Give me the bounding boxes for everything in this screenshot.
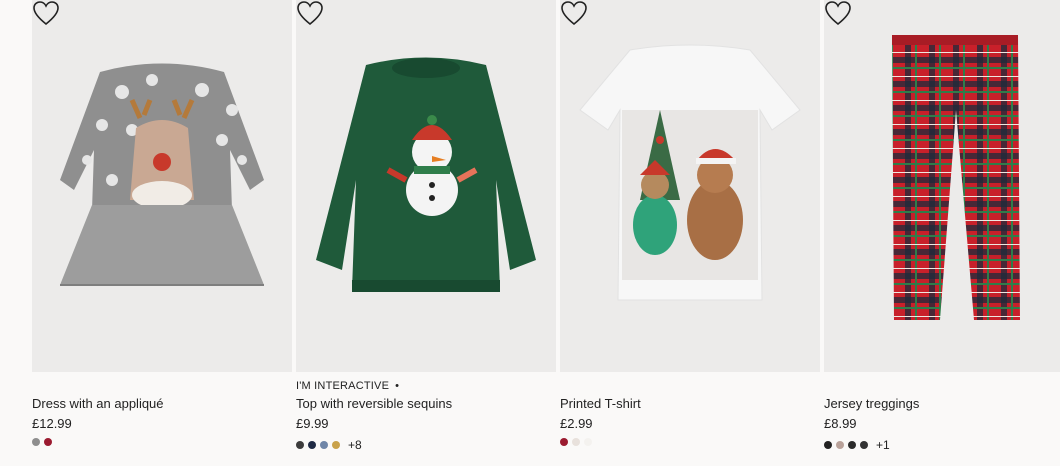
product-image[interactable]	[824, 0, 1060, 372]
color-swatch[interactable]	[824, 441, 832, 449]
color-swatch[interactable]	[836, 441, 844, 449]
favourite-heart-icon[interactable]	[824, 0, 852, 26]
product-image[interactable]	[32, 0, 292, 372]
favourite-heart-icon[interactable]	[560, 0, 588, 26]
product-price: £8.99	[824, 416, 857, 431]
product-card[interactable]: Printed T-shirt £2.99	[560, 0, 820, 466]
product-title[interactable]: Jersey treggings	[824, 396, 919, 411]
tshirt-illustration	[579, 44, 801, 301]
product-title[interactable]: Printed T-shirt	[560, 396, 641, 411]
marker-label: I'M INTERACTIVE	[296, 380, 390, 392]
marker-dot: •	[395, 380, 400, 392]
treggings-illustration	[892, 35, 1020, 320]
product-title[interactable]: Dress with an appliqué	[32, 396, 164, 411]
sweater-illustration	[316, 57, 536, 292]
color-swatches	[32, 438, 52, 446]
product-price: £12.99	[32, 416, 72, 431]
color-swatch[interactable]	[320, 441, 328, 449]
color-swatch[interactable]	[584, 438, 592, 446]
color-swatch[interactable]	[32, 438, 40, 446]
more-colors-count[interactable]: +8	[348, 438, 362, 452]
product-grid: Dress with an appliqué £12.99 I'M INTERA…	[0, 0, 1060, 466]
dress-illustration	[60, 63, 264, 286]
color-swatches	[560, 438, 592, 446]
color-swatch[interactable]	[296, 441, 304, 449]
color-swatch[interactable]	[44, 438, 52, 446]
favourite-heart-icon[interactable]	[296, 0, 324, 26]
color-swatch[interactable]	[848, 441, 856, 449]
color-swatch[interactable]	[572, 438, 580, 446]
product-image[interactable]	[560, 0, 820, 372]
product-card[interactable]: Dress with an appliqué £12.99	[32, 0, 292, 466]
product-image[interactable]	[296, 0, 556, 372]
color-swatch[interactable]	[332, 441, 340, 449]
product-card[interactable]: I'M INTERACTIVE • Top with reversible seq…	[296, 0, 556, 466]
product-price: £9.99	[296, 416, 329, 431]
color-swatch[interactable]	[560, 438, 568, 446]
product-card[interactable]: Jersey treggings £8.99 +1	[824, 0, 1060, 466]
color-swatch[interactable]	[860, 441, 868, 449]
more-colors-count[interactable]: +1	[876, 438, 890, 452]
product-marker: I'M INTERACTIVE •	[296, 380, 399, 392]
color-swatches: +8	[296, 438, 362, 452]
favourite-heart-icon[interactable]	[32, 0, 60, 26]
product-price: £2.99	[560, 416, 593, 431]
color-swatches: +1	[824, 438, 890, 452]
color-swatch[interactable]	[308, 441, 316, 449]
product-title[interactable]: Top with reversible sequins	[296, 396, 452, 411]
